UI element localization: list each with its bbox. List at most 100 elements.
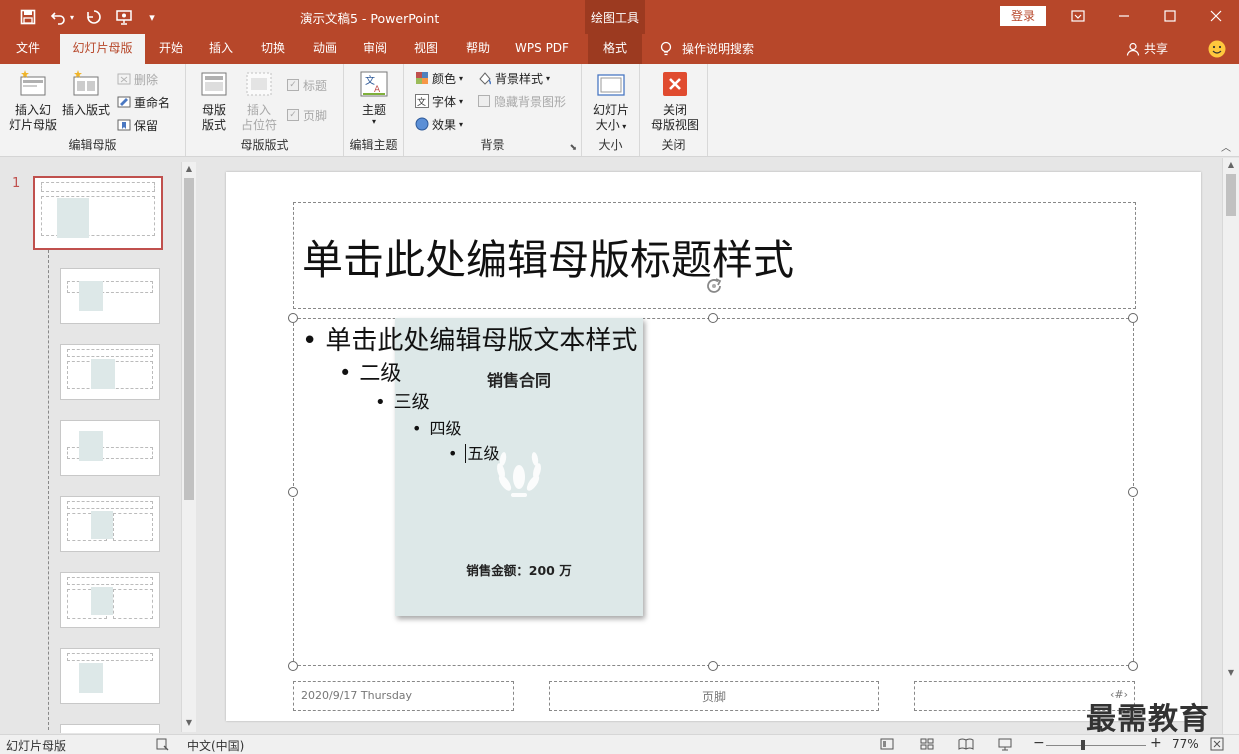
ribbon-display-options-icon[interactable] (1055, 0, 1101, 32)
body-level-5[interactable]: • 五级 (448, 440, 500, 464)
bullet-icon: • (339, 361, 352, 385)
hide-background-checkbox[interactable]: 隐藏背景图形 (478, 91, 566, 111)
body-level-1[interactable]: • 单击此处编辑母版文本样式 (302, 320, 637, 357)
resize-handle-top-left[interactable] (288, 313, 298, 323)
canvas-scrollbar[interactable]: ▲ ▼ (1222, 158, 1239, 734)
close-master-line2: 母版视图 (650, 118, 699, 132)
insert-placeholder-button[interactable]: 插入 占位符 (236, 68, 282, 133)
thumbnail-layout[interactable] (60, 648, 160, 704)
tab-help[interactable]: 帮助 (455, 34, 501, 64)
insert-layout-button[interactable]: 插入版式 (60, 68, 112, 118)
redo-icon[interactable] (82, 6, 106, 28)
sales-contract-card[interactable]: 销售合同 销售金额：200 万 (395, 318, 643, 616)
zoom-slider[interactable] (1046, 745, 1146, 746)
slide-size-button[interactable]: 幻灯片 大小 ▾ (587, 68, 635, 134)
body-level-3[interactable]: • 三级 (375, 388, 430, 414)
thumbnail-layout[interactable] (60, 420, 160, 476)
scrollbar-thumb[interactable] (1226, 174, 1236, 216)
present-from-start-icon[interactable] (112, 6, 136, 28)
tab-wps-pdf[interactable]: WPS PDF (508, 34, 576, 64)
footers-checkbox[interactable]: ✓ 页脚 (287, 105, 327, 125)
normal-view-icon[interactable] (880, 737, 894, 754)
slide-size-icon (595, 68, 627, 100)
share-button[interactable]: 共享 (1126, 34, 1168, 64)
tab-animations[interactable]: 动画 (302, 34, 348, 64)
background-styles-label: 背景样式 (495, 71, 544, 86)
resize-handle-left[interactable] (288, 487, 298, 497)
resize-handle-top-right[interactable] (1128, 313, 1138, 323)
body-level-2[interactable]: • 二级 (339, 357, 401, 387)
resize-handle-bottom[interactable] (708, 661, 718, 671)
zoom-in-icon[interactable]: + (1150, 735, 1162, 751)
body-level-4[interactable]: • 四级 (412, 415, 461, 439)
effects-button[interactable]: 效果 ▾ (415, 114, 463, 134)
thumbnail-scrollbar[interactable]: ▲ ▼ (181, 162, 196, 732)
scroll-down-icon[interactable]: ▼ (182, 718, 196, 730)
title-checkbox[interactable]: ✓ 标题 (287, 75, 327, 95)
fonts-button[interactable]: 文 字体 ▾ (415, 91, 463, 111)
colors-button[interactable]: 颜色 ▾ (415, 68, 463, 88)
insert-placeholder-line1: 插入 (246, 103, 271, 117)
tab-home[interactable]: 开始 (150, 34, 192, 64)
thumbnail-layout[interactable] (60, 268, 160, 324)
rename-button[interactable]: 重命名 (117, 92, 170, 112)
customize-qat-icon[interactable]: ▾ (140, 6, 164, 28)
resize-handle-bottom-left[interactable] (288, 661, 298, 671)
share-label: 共享 (1144, 42, 1169, 56)
tab-transitions[interactable]: 切换 (250, 34, 296, 64)
zoom-slider-thumb[interactable] (1081, 740, 1085, 750)
background-dialog-launcher-icon[interactable]: ⬊ (569, 143, 577, 153)
save-icon[interactable] (16, 6, 40, 28)
feedback-smiley-icon[interactable] (1207, 39, 1227, 59)
thumbnail-layout[interactable] (60, 344, 160, 400)
master-layout-line1: 母版 (201, 103, 226, 117)
delete-button[interactable]: 删除 (117, 69, 158, 89)
status-language[interactable]: 中文(中国) (187, 737, 244, 754)
thumb-body-right (113, 589, 153, 619)
ribbon-tabs: 文件 幻灯片母版 开始 插入 切换 动画 审阅 视图 帮助 WPS PDF 格式… (0, 34, 1239, 64)
slide-size-line2: 大小 ▾ (587, 118, 635, 134)
close-master-view-button[interactable]: 关闭 母版视图 (646, 68, 704, 133)
tab-format[interactable]: 格式 (588, 34, 642, 64)
tab-slide-master[interactable]: 幻灯片母版 (60, 34, 145, 64)
thumbnail-layout[interactable] (60, 496, 160, 552)
rotate-handle-icon[interactable] (703, 275, 725, 300)
resize-handle-right[interactable] (1128, 487, 1138, 497)
scrollbar-thumb[interactable] (184, 178, 194, 500)
thumbnail-slide-master[interactable] (33, 176, 163, 250)
resize-handle-bottom-right[interactable] (1128, 661, 1138, 671)
collapse-ribbon-icon[interactable]: ︿ (1221, 139, 1231, 154)
tell-me-search[interactable]: 操作说明搜索 (660, 34, 754, 64)
thumbnail-layout[interactable] (60, 572, 160, 628)
slideshow-icon[interactable] (998, 737, 1012, 754)
close-window-icon[interactable] (1193, 0, 1239, 32)
zoom-level[interactable]: 77% (1172, 737, 1199, 751)
background-styles-button[interactable]: 背景样式 ▾ (478, 68, 550, 88)
maximize-icon[interactable] (1147, 0, 1193, 32)
preserve-button[interactable]: 保留 (117, 115, 158, 135)
insert-slide-master-button[interactable]: 插入幻 灯片母版 (6, 68, 60, 133)
reading-view-icon[interactable] (958, 737, 974, 754)
login-button[interactable]: 登录 (1000, 6, 1046, 26)
tab-view[interactable]: 视图 (403, 34, 449, 64)
master-layout-button[interactable]: 母版 版式 (194, 68, 234, 133)
scroll-down-icon[interactable]: ▼ (1223, 668, 1239, 680)
thumbnail-layout[interactable] (60, 724, 160, 733)
master-layout-line2: 版式 (201, 118, 226, 132)
tell-me-label: 操作说明搜索 (682, 42, 755, 56)
tab-file[interactable]: 文件 (4, 34, 52, 64)
scroll-up-icon[interactable]: ▲ (182, 164, 196, 176)
resize-handle-top[interactable] (708, 313, 718, 323)
minimize-icon[interactable] (1101, 0, 1147, 32)
master-layout-icon (198, 68, 230, 100)
accessibility-icon[interactable] (156, 737, 170, 754)
undo-dropdown-icon[interactable]: ▾ (66, 6, 78, 28)
footer-date: 2020/9/17 Thursday (301, 689, 413, 702)
scroll-up-icon[interactable]: ▲ (1223, 160, 1239, 172)
zoom-out-icon[interactable]: − (1033, 735, 1045, 751)
slide-sorter-icon[interactable] (920, 737, 934, 754)
tab-insert[interactable]: 插入 (200, 34, 242, 64)
themes-button[interactable]: 文A 主题 ▾ (352, 68, 396, 126)
tab-review[interactable]: 审阅 (352, 34, 398, 64)
fit-to-window-icon[interactable] (1210, 737, 1224, 754)
